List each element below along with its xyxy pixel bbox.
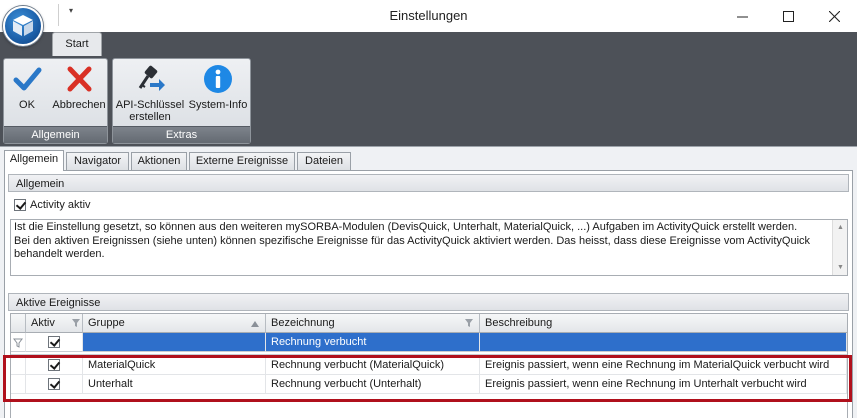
filter-gruppe-cell[interactable] [83,333,266,352]
close-icon [828,10,840,22]
column-header-beschreibung[interactable]: Beschreibung [480,314,847,333]
ribbon-tab-start[interactable]: Start [52,32,102,56]
maximize-button[interactable] [765,0,811,32]
system-info-button[interactable]: System-Info [187,61,249,111]
settings-content: Allgemein Navigator Aktionen Externe Ere… [0,146,857,418]
description-line-2: Bei den aktiven Ereignissen (siehe unten… [14,234,811,247]
description-line-3: behandelt werden. [14,248,105,260]
tab-externe-ereignisse[interactable]: Externe Ereignisse [189,152,295,170]
activity-aktiv-label: Activity aktiv [30,199,91,211]
quick-access-customize-icon[interactable]: ▾ [66,6,76,16]
column-header-bezeichnung[interactable]: Bezeichnung [266,314,480,333]
maximize-icon [782,10,794,22]
column-header-gruppe-label: Gruppe [88,317,125,329]
filter-row-separator [11,352,847,355]
ribbon-group-caption-extras: Extras [113,126,250,143]
row-aktiv-cell[interactable] [26,375,83,394]
row-indicator-header [11,314,26,333]
section-header-aktive-ereignisse: Aktive Ereignisse [8,293,849,311]
row-gruppe-cell[interactable]: Unterhalt [83,375,266,394]
activity-aktiv-row: Activity aktiv [14,198,91,212]
row-bezeichnung-cell[interactable]: Rechnung verbucht (MaterialQuick) [266,356,480,375]
filter-aktiv-checkbox[interactable] [48,336,60,348]
filter-row-indicator [11,333,26,352]
system-info-label: System-Info [188,99,248,111]
row-bezeichnung-cell[interactable]: Rechnung verbucht (Unterhalt) [266,375,480,394]
events-grid: Aktiv Gruppe Bezeichnung Beschreibung Re… [10,313,848,418]
ribbon: OK Abbrechen Allgemein API-Schlüssel ers… [0,56,857,146]
tab-allgemein[interactable]: Allgemein [4,150,64,171]
column-header-aktiv[interactable]: Aktiv [26,314,83,333]
description-scrollbar[interactable]: ▲ ▼ [832,220,847,275]
column-header-aktiv-label: Aktiv [31,317,55,329]
tab-panel-allgemein: Allgemein Activity aktiv Ist die Einstel… [4,170,853,418]
application-menu-button[interactable] [3,6,43,46]
ok-button[interactable]: OK [6,61,48,111]
ok-button-label: OK [19,99,35,111]
row-beschreibung-cell[interactable]: Ereignis passiert, wenn eine Rechnung im… [480,375,847,394]
title-bar: Einstellungen ▾ [0,0,857,32]
close-button[interactable] [811,0,857,32]
cancel-button[interactable]: Abbrechen [50,61,108,111]
ribbon-group-caption-allgemein: Allgemein [4,126,107,143]
cancel-x-icon [67,66,92,92]
row-indicator [11,375,26,394]
tab-navigator[interactable]: Navigator [66,152,129,170]
ribbon-group-extras: API-Schlüssel erstellen System-Info Extr… [112,58,251,144]
sort-ascending-icon [251,321,259,327]
checkmark-icon [13,67,42,91]
section-header-allgemein: Allgemein [8,174,849,192]
minimize-button[interactable] [719,0,765,32]
filter-icon[interactable] [71,318,81,328]
minimize-icon [736,16,748,17]
row-beschreibung-cell[interactable]: Ereignis passiert, wenn eine Rechnung im… [480,356,847,375]
create-api-key-label-line2: erstellen [129,111,171,123]
activity-aktiv-checkbox[interactable] [14,199,26,211]
row-aktiv-cell[interactable] [26,356,83,375]
row-gruppe-cell[interactable]: MaterialQuick [83,356,266,375]
quick-access-separator [58,4,59,26]
description-memo[interactable]: Ist die Einstellung gesetzt, so können a… [10,219,848,276]
filter-aktiv-cell[interactable] [26,333,83,352]
ribbon-group-allgemein: OK Abbrechen Allgemein [3,58,108,144]
filter-row-icon [13,338,23,348]
scroll-down-icon[interactable]: ▼ [833,260,848,275]
row-aktiv-checkbox[interactable] [48,359,60,371]
column-header-bezeichnung-label: Bezeichnung [271,317,335,329]
description-line-1: Ist die Einstellung gesetzt, so können a… [14,221,798,233]
create-api-key-label-line1: API-Schlüssel [115,99,185,111]
scroll-up-icon[interactable]: ▲ [833,220,848,235]
create-api-key-button[interactable]: API-Schlüssel erstellen [115,61,185,123]
info-icon [204,65,232,93]
filter-icon[interactable] [464,318,474,328]
cube-logo-icon [13,15,33,36]
ribbon-tab-strip: Start [0,32,857,56]
row-aktiv-checkbox[interactable] [48,378,60,390]
cancel-button-label: Abbrechen [52,99,106,111]
tab-dateien[interactable]: Dateien [297,152,351,170]
row-indicator [11,356,26,375]
filter-bezeichnung-cell[interactable]: Rechnung verbucht [266,333,480,352]
key-icon [138,65,165,91]
tab-aktionen[interactable]: Aktionen [131,152,187,170]
column-header-gruppe[interactable]: Gruppe [83,314,266,333]
filter-beschreibung-cell[interactable] [480,333,847,352]
